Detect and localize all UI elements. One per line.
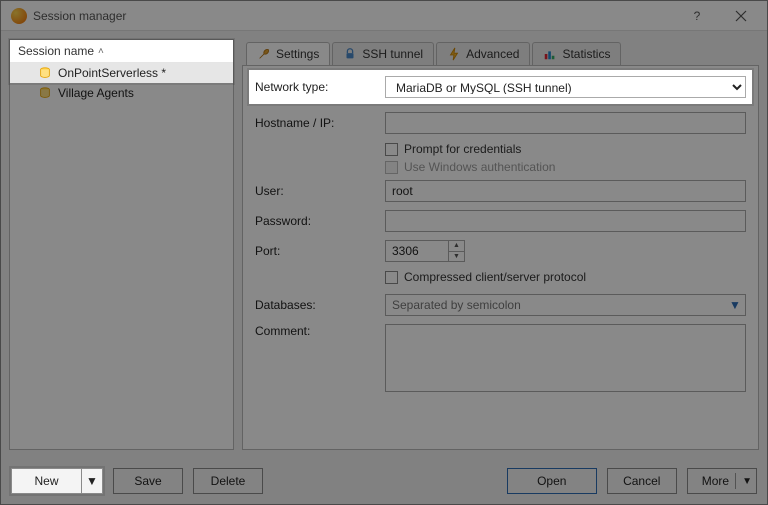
tab-advanced[interactable]: Advanced (436, 42, 530, 65)
row-user: User: (255, 180, 746, 202)
main-pane: Settings SSH tunnel Advanced Statistics (242, 39, 759, 450)
save-button[interactable]: Save (113, 468, 183, 494)
titlebar: Session manager ? (1, 1, 767, 31)
more-button[interactable]: More▼ (687, 468, 757, 494)
row-port: Port: ▲▼ (255, 240, 746, 262)
network-type-label: Network type: (255, 80, 385, 94)
tab-statistics[interactable]: Statistics (532, 42, 621, 65)
session-name-header[interactable]: Session name ˄ (10, 40, 233, 63)
session-item-village-agents[interactable]: Village Agents (10, 83, 233, 103)
window-title: Session manager (33, 9, 675, 23)
lightning-icon (447, 47, 461, 61)
network-type-select[interactable]: MariaDB or MySQL (SSH tunnel) (385, 76, 746, 98)
tab-settings[interactable]: Settings (246, 42, 330, 65)
session-item-onpointserverless[interactable]: OnPointServerless * (10, 63, 233, 83)
comment-textarea[interactable] (385, 324, 746, 392)
new-dropdown-button[interactable]: ▼ (81, 468, 103, 494)
session-item-label: Village Agents (58, 86, 134, 100)
help-button[interactable]: ? (675, 2, 719, 30)
user-label: User: (255, 184, 385, 198)
sort-chevron-icon: ˄ (98, 46, 104, 57)
footer-bar: New ▼ Save Delete Open Cancel More▼ (1, 458, 767, 504)
delete-button[interactable]: Delete (193, 468, 263, 494)
databases-input[interactable] (385, 294, 746, 316)
password-input[interactable] (385, 210, 746, 232)
row-network-type: Network type: MariaDB or MySQL (SSH tunn… (249, 70, 752, 104)
password-label: Password: (255, 214, 385, 228)
session-item-label: OnPointServerless * (58, 66, 166, 80)
session-manager-window: Session manager ? Session name ˄ OnPoint… (0, 0, 768, 505)
lock-icon (343, 47, 357, 61)
comment-label: Comment: (255, 324, 385, 338)
hostname-input[interactable] (385, 112, 746, 134)
new-button[interactable]: New (11, 468, 81, 494)
row-databases: Databases: ▼ (255, 294, 746, 316)
prompt-credentials-checkbox[interactable]: Prompt for credentials (385, 142, 746, 156)
close-button[interactable] (719, 2, 763, 30)
cancel-button[interactable]: Cancel (607, 468, 677, 494)
user-input[interactable] (385, 180, 746, 202)
databases-label: Databases: (255, 298, 385, 312)
tab-ssh-tunnel[interactable]: SSH tunnel (332, 42, 434, 65)
tab-bar: Settings SSH tunnel Advanced Statistics (242, 39, 759, 65)
row-hostname: Hostname / IP: (255, 112, 746, 134)
port-label: Port: (255, 244, 385, 258)
port-spinner[interactable]: ▲▼ (449, 240, 465, 262)
port-input[interactable] (385, 240, 449, 262)
wrench-icon (257, 47, 271, 61)
caret-down-icon: ▼ (742, 476, 752, 487)
compressed-protocol-checkbox[interactable]: Compressed client/server protocol (385, 270, 746, 284)
app-icon (11, 8, 27, 24)
windows-auth-checkbox: Use Windows authentication (385, 160, 746, 174)
row-password: Password: (255, 210, 746, 232)
new-button-group: New ▼ (11, 468, 103, 494)
caret-down-icon: ▼ (86, 474, 98, 488)
hostname-label: Hostname / IP: (255, 116, 385, 130)
settings-panel: Network type: MariaDB or MySQL (SSH tunn… (242, 65, 759, 450)
row-comment: Comment: (255, 324, 746, 395)
bar-chart-icon (543, 47, 557, 61)
databases-dropdown-icon[interactable]: ▼ (725, 295, 745, 315)
database-icon (38, 66, 52, 80)
database-icon (38, 86, 52, 100)
open-button[interactable]: Open (507, 468, 597, 494)
session-sidebar: Session name ˄ OnPointServerless * Villa… (9, 39, 234, 450)
